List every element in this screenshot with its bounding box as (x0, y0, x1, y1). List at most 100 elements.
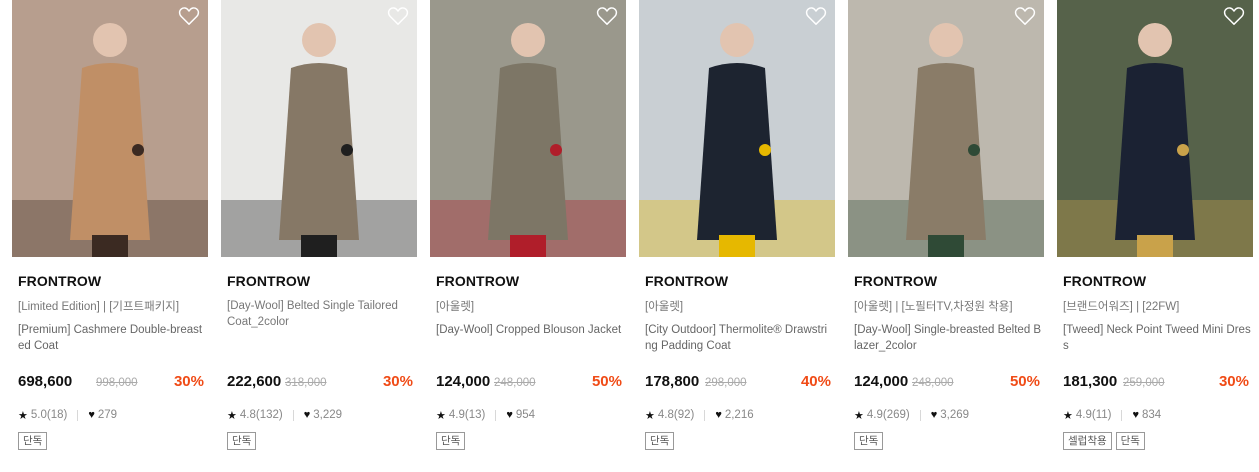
divider (495, 409, 497, 421)
discount-rate: 30% (1218, 373, 1249, 390)
product-tag: [브랜드어워즈] | [22FW] (1063, 301, 1180, 313)
heart-filled-icon: ♥ (1132, 409, 1139, 421)
product-badge: 단독 (1115, 432, 1145, 450)
product-image[interactable] (1057, 0, 1253, 257)
divider (1121, 409, 1123, 421)
heart-filled-icon: ♥ (930, 409, 938, 421)
product-badge: 단독 (227, 432, 257, 450)
wishlist-heart-icon[interactable] (1223, 6, 1245, 26)
original-price: 318,000 (285, 377, 327, 389)
product-card[interactable]: FRONTROW [Day-Wool] Belted Single Tailor… (221, 0, 417, 472)
discount-rate: 50% (591, 373, 622, 390)
sale-price: 698,600 (18, 373, 73, 390)
divider (77, 409, 79, 421)
rating-value: 4.9(13) (448, 409, 486, 421)
product-photo (221, 0, 417, 257)
product-meta: ★ 4.9(11) ♥ 834 (1063, 408, 1161, 422)
product-image[interactable] (12, 0, 208, 257)
badge-group: 단독 (436, 432, 466, 450)
star-icon: ★ (227, 409, 237, 422)
wishlist-heart-icon[interactable] (1014, 6, 1036, 26)
like-count: 2,216 (724, 409, 754, 421)
product-photo (430, 0, 626, 257)
badge-group: 단독 (645, 432, 675, 450)
product-title[interactable]: [Tweed] Neck Point Tweed Mini Dress (1063, 322, 1251, 354)
product-card[interactable]: FRONTROW [Limited Edition] | [기프트패키지] [P… (12, 0, 208, 472)
sale-price: 124,000 (854, 373, 909, 390)
product-meta: ★ 4.9(269) ♥ 3,269 (854, 408, 969, 422)
brand-name[interactable]: FRONTROW (227, 273, 310, 289)
original-price: 259,000 (1123, 377, 1165, 389)
product-card[interactable]: FRONTROW [브랜드어워즈] | [22FW] [Tweed] Neck … (1057, 0, 1253, 472)
wishlist-heart-icon[interactable] (178, 6, 200, 26)
product-meta: ★ 4.8(92) ♥ 2,216 (645, 408, 754, 422)
product-badge: 단독 (854, 432, 884, 450)
rating-value: 4.9(11) (1075, 409, 1112, 421)
star-icon: ★ (436, 409, 446, 422)
heart-filled-icon: ♥ (303, 409, 311, 421)
like-count: 3,269 (940, 409, 970, 421)
wishlist-heart-icon[interactable] (596, 6, 618, 26)
brand-name[interactable]: FRONTROW (854, 273, 937, 289)
rating-value: 4.8(92) (657, 409, 695, 421)
star-icon: ★ (1063, 409, 1073, 422)
product-title[interactable]: [Day-Wool] Single-breasted Belted Blazer… (854, 322, 1042, 354)
brand-name[interactable]: FRONTROW (18, 273, 101, 289)
product-photo (639, 0, 835, 257)
product-image[interactable] (848, 0, 1044, 257)
like-count: 279 (97, 409, 118, 421)
original-price: 248,000 (494, 377, 536, 389)
star-icon: ★ (854, 409, 864, 422)
product-badge: 단독 (18, 432, 48, 450)
discount-rate: 50% (1009, 373, 1040, 390)
product-image[interactable] (639, 0, 835, 257)
badge-group: 셀럽착용 단독 (1063, 432, 1145, 450)
product-tag: [아울렛] | [노필터TV,차정원 착용] (854, 301, 1013, 313)
product-grid: FRONTROW [Limited Edition] | [기프트패키지] [P… (0, 0, 1259, 472)
product-title[interactable]: [Premium] Cashmere Double-breasted Coat (18, 322, 206, 354)
product-image[interactable] (430, 0, 626, 257)
product-tag: [아울렛] (645, 301, 684, 313)
rating-value: 4.9(269) (866, 409, 910, 421)
product-meta: ★ 4.8(132) ♥ 3,229 (227, 408, 342, 422)
product-title[interactable]: [Day-Wool] Cropped Blouson Jacket (436, 322, 624, 338)
discount-rate: 30% (173, 373, 204, 390)
product-title[interactable]: [City Outdoor] Thermolite® Drawstring Pa… (645, 322, 833, 354)
product-badge: 셀럽착용 (1063, 432, 1112, 450)
product-image[interactable] (221, 0, 417, 257)
sale-price: 181,300 (1063, 373, 1118, 390)
product-tag: [Limited Edition] | [기프트패키지] (18, 301, 180, 313)
wishlist-heart-icon[interactable] (387, 6, 409, 26)
rating-value: 4.8(132) (239, 409, 283, 421)
sale-price: 124,000 (436, 373, 491, 390)
product-photo (1057, 0, 1253, 257)
badge-group: 단독 (227, 432, 257, 450)
divider (704, 409, 706, 421)
discount-rate: 30% (382, 373, 413, 390)
star-icon: ★ (18, 409, 28, 422)
product-card[interactable]: FRONTROW [아울렛] | [노필터TV,차정원 착용] [Day-Woo… (848, 0, 1044, 472)
product-card[interactable]: FRONTROW [아울렛] [City Outdoor] Thermolite… (639, 0, 835, 472)
badge-group: 단독 (18, 432, 48, 450)
brand-name[interactable]: FRONTROW (436, 273, 519, 289)
product-card[interactable]: FRONTROW [아울렛] [Day-Wool] Cropped Blouso… (430, 0, 626, 472)
like-count: 3,229 (313, 409, 343, 421)
product-badge: 단독 (436, 432, 466, 450)
brand-name[interactable]: FRONTROW (1063, 273, 1146, 289)
sale-price: 222,600 (227, 373, 282, 390)
original-price: 298,000 (705, 377, 747, 389)
rating-value: 5.0(18) (30, 409, 68, 421)
brand-name[interactable]: FRONTROW (645, 273, 728, 289)
heart-filled-icon: ♥ (506, 409, 513, 421)
star-icon: ★ (645, 409, 655, 422)
sale-price: 178,800 (645, 373, 700, 390)
badge-group: 단독 (854, 432, 884, 450)
divider (919, 409, 921, 421)
product-meta: ★ 5.0(18) ♥ 279 (18, 408, 117, 422)
heart-filled-icon: ♥ (88, 409, 95, 421)
product-photo (848, 0, 1044, 257)
wishlist-heart-icon[interactable] (805, 6, 827, 26)
product-meta: ★ 4.9(13) ♥ 954 (436, 408, 535, 422)
original-price: 998,000 (96, 377, 138, 389)
product-tag: [Day-Wool] Belted Single Tailored Coat_2… (227, 300, 398, 328)
